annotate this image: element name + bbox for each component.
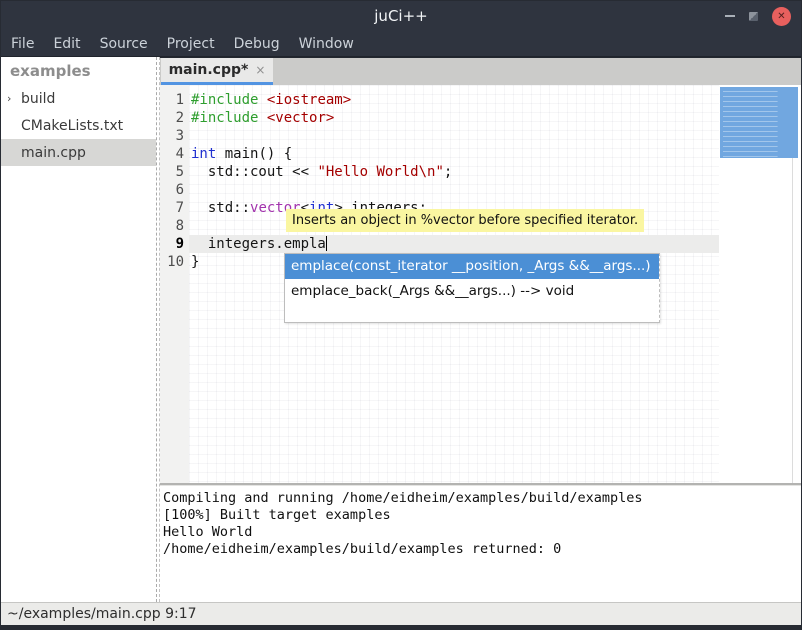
line-number: 9: [160, 235, 189, 253]
scrollbar-track[interactable]: [792, 158, 793, 483]
tree-item-build[interactable]: ›build: [1, 85, 156, 112]
tree-item-label: CMakeLists.txt: [21, 118, 123, 134]
code-line-4[interactable]: int main() {: [189, 145, 719, 163]
token-lit: "Hello World\n": [317, 164, 443, 180]
line-number: 7: [160, 199, 189, 217]
menu-file[interactable]: File: [11, 36, 34, 52]
token-pl: [258, 110, 266, 126]
close-icon[interactable]: ✕: [772, 7, 791, 26]
tree-item-label: main.cpp: [21, 145, 86, 161]
tree-item-label: build: [21, 91, 55, 107]
autocomplete-item[interactable]: emplace(const_iterator __position, _Args…: [285, 254, 659, 279]
token-pl: std::: [191, 200, 250, 216]
token-lit: <vector>: [267, 110, 334, 126]
statusbar: ~/examples/main.cpp 9:17: [1, 602, 801, 625]
code-editor[interactable]: 12345678910 #include <iostream>#include …: [160, 85, 801, 483]
window-body: examples ›build CMakeLists.txt main.cpp ma…: [1, 57, 801, 602]
window-controls: ✕: [725, 1, 791, 31]
menu-project[interactable]: Project: [167, 36, 215, 52]
token-pl: ;: [444, 164, 452, 180]
file-tree-panel: examples ›build CMakeLists.txt main.cpp: [1, 57, 156, 602]
code-line-9[interactable]: integers.empla: [189, 235, 719, 253]
terminal-line: [100%] Built target examples: [163, 507, 801, 524]
titlebar[interactable]: juCi++ ✕: [1, 1, 801, 31]
text-cursor: [326, 236, 327, 251]
line-number: 1: [160, 91, 189, 109]
code-line-3[interactable]: [189, 127, 719, 145]
tab-label: main.cpp*: [169, 62, 249, 78]
token-pl: integers.empla: [191, 236, 326, 252]
window-title: juCi++: [1, 1, 801, 31]
line-number: 4: [160, 145, 189, 163]
tree-item-main-cpp[interactable]: main.cpp: [1, 139, 156, 166]
code-line-2[interactable]: #include <vector>: [189, 109, 719, 127]
terminal-line: /home/eidheim/examples/build/examples re…: [163, 541, 801, 558]
tabbar: main.cpp* ×: [160, 57, 801, 85]
line-number-gutter: 12345678910: [160, 85, 189, 483]
token-pl: [258, 92, 266, 108]
app-window: juCi++ ✕ File Edit Source Project Debug Windo…: [0, 0, 802, 630]
doc-tooltip: Inserts an object in %vector before spec…: [286, 209, 644, 232]
token-lit: <iostream>: [267, 92, 351, 108]
restore-icon[interactable]: [749, 12, 758, 21]
line-number: 6: [160, 181, 189, 199]
file-tree: ›build CMakeLists.txt main.cpp: [1, 85, 156, 166]
menu-debug[interactable]: Debug: [234, 36, 280, 52]
main-panel: main.cpp* × 12345678910 #include <iostre…: [160, 57, 801, 602]
menu-source[interactable]: Source: [100, 36, 148, 52]
chevron-right-icon[interactable]: ›: [7, 92, 21, 105]
tree-item-cmakelists-txt[interactable]: CMakeLists.txt: [1, 112, 156, 139]
line-number: 10: [160, 253, 189, 271]
line-number: 5: [160, 163, 189, 181]
code-line-6[interactable]: [189, 181, 719, 199]
tab-close-icon[interactable]: ×: [255, 63, 265, 77]
line-number: 8: [160, 217, 189, 235]
line-number: 2: [160, 109, 189, 127]
terminal-line: Compiling and running /home/eidheim/exam…: [163, 490, 801, 507]
menu-edit[interactable]: Edit: [53, 36, 80, 52]
autocomplete-popup: emplace(const_iterator __position, _Args…: [284, 253, 660, 323]
menubar: File Edit Source Project Debug Window: [1, 31, 801, 57]
tab-main-cpp[interactable]: main.cpp* ×: [161, 58, 273, 85]
line-number: 3: [160, 127, 189, 145]
code-line-1[interactable]: #include <iostream>: [189, 91, 719, 109]
code-line-5[interactable]: std::cout << "Hello World\n";: [189, 163, 719, 181]
overview-visible-region[interactable]: [720, 87, 798, 158]
autocomplete-item[interactable]: emplace_back(_Args &&__args...) --> void: [285, 279, 659, 304]
token-pl: std::cout <<: [191, 164, 317, 180]
menu-window[interactable]: Window: [299, 36, 354, 52]
statusbar-path: ~/examples/main.cpp 9:17: [7, 606, 197, 622]
project-name-header: examples: [1, 57, 156, 85]
token-kw: int: [191, 146, 216, 162]
minimize-icon[interactable]: [725, 15, 735, 17]
token-pp: #include: [191, 92, 258, 108]
terminal-output[interactable]: Compiling and running /home/eidheim/exam…: [160, 486, 801, 602]
overview-map[interactable]: [719, 85, 801, 483]
token-pp: #include: [191, 110, 258, 126]
token-pl: }: [191, 254, 199, 270]
token-pl: main() {: [216, 146, 292, 162]
terminal-line: Hello World: [163, 524, 801, 541]
